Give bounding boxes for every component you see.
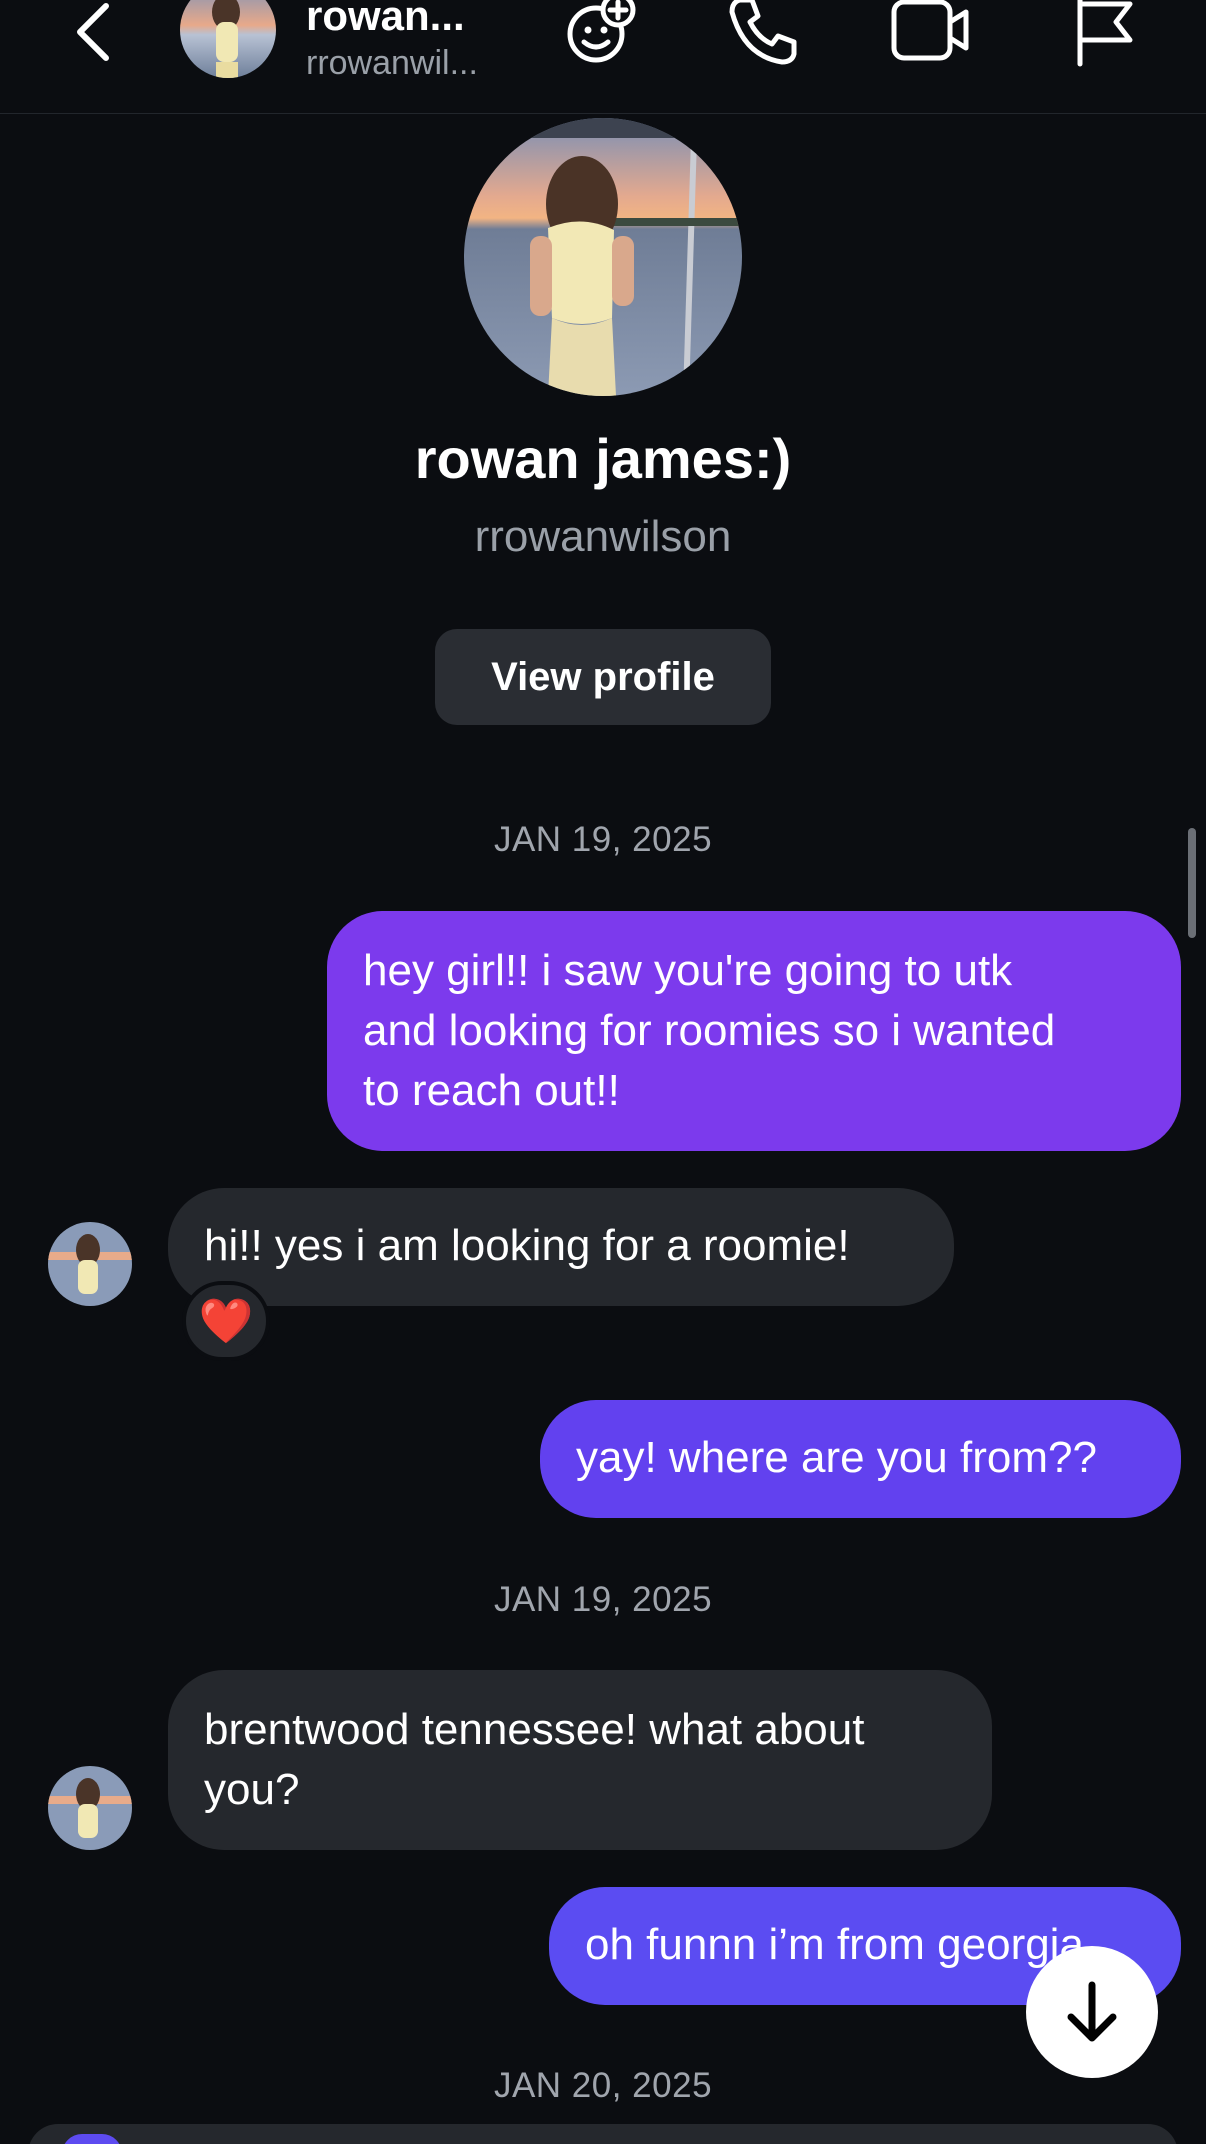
contact-avatar[interactable] [48, 1766, 132, 1850]
video-icon[interactable] [890, 0, 970, 70]
date-separator: JAN 19, 2025 [493, 1580, 713, 1619]
header-display-name[interactable]: rowan... [306, 0, 465, 40]
add-friend-effect-icon[interactable] [562, 0, 642, 70]
message-line: you? [204, 1765, 300, 1814]
message-line: to reach out!! [363, 1066, 620, 1115]
view-profile-button[interactable]: View profile [435, 629, 771, 725]
profile-username: rrowanwilson [474, 512, 732, 561]
outgoing-message[interactable]: hey girl!! i saw you're going to utk and… [327, 911, 1181, 1151]
profile-avatar[interactable] [464, 118, 742, 396]
flag-icon[interactable] [1064, 0, 1144, 70]
message-line: hi!! yes i am looking for a roomie! [204, 1221, 850, 1270]
date-separator: JAN 20, 2025 [493, 2066, 713, 2105]
profile-display-name: rowan james:) [414, 427, 792, 490]
header-avatar[interactable] [180, 0, 276, 78]
phone-icon[interactable] [722, 0, 802, 70]
outgoing-message[interactable]: yay! where are you from?? [540, 1400, 1181, 1518]
back-icon[interactable] [72, 0, 116, 70]
incoming-message[interactable]: brentwood tennessee! what about you? [168, 1670, 992, 1850]
next-message-peek [28, 2124, 1178, 2144]
contact-avatar[interactable] [48, 1222, 132, 1306]
incoming-message[interactable]: hi!! yes i am looking for a roomie! [168, 1188, 954, 1306]
message-line: yay! where are you from?? [576, 1433, 1097, 1482]
message-line: hey girl!! i saw you're going to utk [363, 946, 1013, 995]
header-username[interactable]: rrowanwil... [306, 44, 478, 83]
message-line: brentwood tennessee! what about [204, 1705, 865, 1754]
heart-reaction-icon[interactable]: ❤️ [182, 1281, 270, 1361]
chat-screen: rowan... rrowanwil... rowan james:) rrow… [0, 0, 1206, 2144]
scroll-to-bottom-button[interactable] [1026, 1946, 1158, 2078]
arrow-down-icon [1067, 1981, 1117, 2042]
chat-header: rowan... rrowanwil... [0, 0, 1206, 114]
message-line: and looking for roomies so i wanted [363, 1006, 1056, 1055]
date-separator: JAN 19, 2025 [493, 820, 713, 859]
scrollbar[interactable] [1188, 828, 1196, 938]
